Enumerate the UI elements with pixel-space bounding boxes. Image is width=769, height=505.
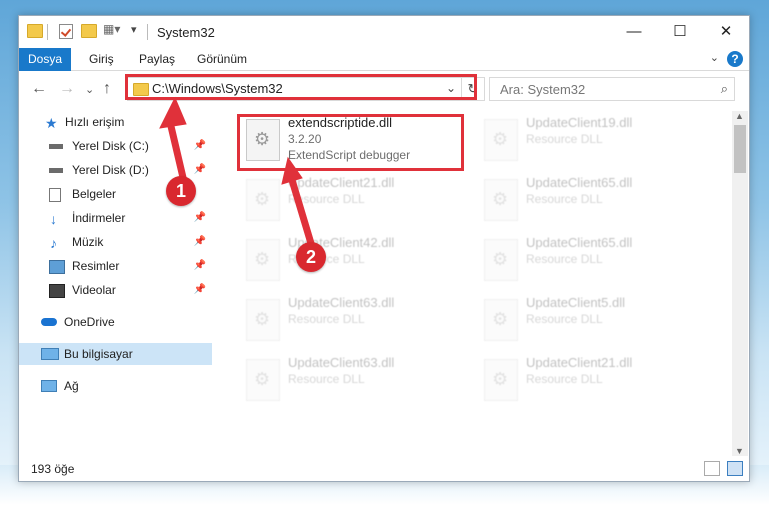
step-marker-1: 1 xyxy=(166,176,196,206)
arrow-1-head xyxy=(159,96,187,129)
step-marker-2: 2 xyxy=(296,242,326,272)
annotation-arrows xyxy=(159,96,317,252)
arrow-2-head xyxy=(281,156,303,185)
arrow-2-shaft xyxy=(288,178,317,252)
